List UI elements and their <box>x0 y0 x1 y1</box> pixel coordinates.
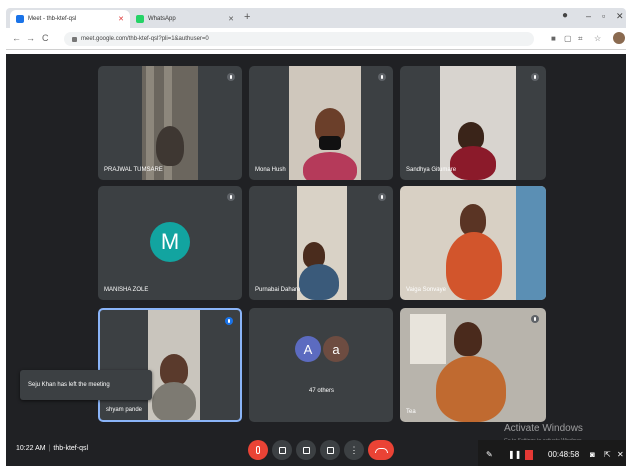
participant-tile[interactable]: Mona Hush <box>249 66 393 180</box>
participant-name: Vaiga Sonvaye <box>406 287 446 293</box>
meeting-time: 10:22 AM <box>16 445 46 452</box>
present-button[interactable] <box>320 440 340 460</box>
tab-whatsapp[interactable]: WhatsApp ✕ <box>130 10 240 28</box>
curtain <box>516 186 546 300</box>
participant-tile[interactable]: Tea <box>400 308 546 422</box>
participant-tile[interactable]: M MANISHA ZOLE <box>98 186 242 300</box>
participant-name: Mona Hush <box>255 167 286 173</box>
camera-icon[interactable]: ◙ <box>590 450 595 459</box>
browser-tab-bar: Meet - thb-ktef-qsl ✕ WhatsApp ✕ + – ▫ ✕… <box>6 8 626 28</box>
participant-tile[interactable]: PRAJWAL TUMSARE <box>98 66 242 180</box>
whatsapp-favicon-icon <box>136 15 144 23</box>
end-call-button[interactable] <box>368 440 394 460</box>
close-icon[interactable]: ✕ <box>118 15 124 23</box>
wall-board <box>410 314 446 364</box>
speaking-icon <box>225 317 233 325</box>
meeting-info: 10:22 AM | thb-ktef-qsl <box>16 445 89 452</box>
record-dot-icon: ● <box>562 10 569 21</box>
participant-name: Purnabai Dahare <box>255 287 301 293</box>
camera-indicator-icon[interactable]: ■ <box>551 34 556 43</box>
mic-muted-icon <box>227 193 235 201</box>
participant-body <box>446 232 502 300</box>
translate-icon[interactable]: ⌗ <box>578 34 583 44</box>
window-close-button[interactable]: ✕ <box>616 11 624 22</box>
participant-name: shyam pande <box>106 407 143 413</box>
screen: Meet - thb-ktef-qsl ✕ WhatsApp ✕ + – ▫ ✕… <box>0 0 631 466</box>
participant-body <box>299 264 339 300</box>
participant-body <box>152 382 196 420</box>
participant-name: PRAJWAL TUMSARE <box>104 167 163 173</box>
mic-off-icon <box>256 446 260 454</box>
tab-label: Meet - thb-ktef-qsl <box>28 16 77 22</box>
tab-meet[interactable]: Meet - thb-ktef-qsl ✕ <box>10 10 130 28</box>
back-button[interactable]: ← <box>12 33 21 43</box>
forward-button[interactable]: → <box>26 33 35 43</box>
captions-button[interactable] <box>296 440 316 460</box>
more-options-button[interactable]: ⋮ <box>344 440 364 460</box>
participant-body <box>436 356 506 422</box>
participant-name: Tea <box>406 409 416 415</box>
participant-name: 47 others <box>309 388 335 394</box>
activate-windows-title: Activate Windows <box>504 423 583 434</box>
meet-favicon-icon <box>16 15 24 23</box>
participant-tile[interactable]: Purnabai Dahare <box>249 186 393 300</box>
mic-toggle-button[interactable] <box>248 440 268 460</box>
pause-icon[interactable]: ❚❚ <box>508 450 521 459</box>
close-icon[interactable]: ✕ <box>617 450 624 459</box>
mic-muted-icon <box>531 315 539 323</box>
avatar[interactable] <box>613 32 625 44</box>
participant-body <box>303 152 357 180</box>
mic-muted-icon <box>531 73 539 81</box>
meeting-code: thb-ktef-qsl <box>53 445 89 452</box>
window-bars <box>146 66 154 180</box>
participant-tile-active[interactable]: shyam pande <box>98 308 242 422</box>
reload-button[interactable]: C <box>42 33 49 43</box>
mic-muted-icon <box>378 193 386 201</box>
export-icon[interactable]: ⇱ <box>604 450 611 459</box>
recording-timer: 00:48:58 <box>548 450 580 459</box>
mic-muted-icon <box>227 73 235 81</box>
participant-tile-others[interactable]: A a 47 others <box>249 308 393 422</box>
avatar: A <box>295 336 321 362</box>
camera-toggle-button[interactable] <box>272 440 292 460</box>
participant-body <box>450 146 496 180</box>
avatar: M <box>150 222 190 262</box>
stop-icon[interactable] <box>525 450 533 460</box>
participant-tile[interactable]: Vaiga Sonvaye <box>400 186 546 300</box>
participant-name: Sandhya Gitumare <box>406 167 457 173</box>
captions-icon <box>302 446 310 454</box>
url-text: meet.google.com/thb-ktef-qsl?pli=1&authu… <box>81 36 209 42</box>
close-icon[interactable]: ✕ <box>228 15 234 23</box>
avatar: a <box>323 336 349 362</box>
pen-icon[interactable]: ✎ <box>486 450 493 459</box>
participant-name: MANISHA ZOLE <box>104 287 149 293</box>
participant-silhouette <box>156 126 184 166</box>
cast-icon[interactable]: ▢ <box>564 34 572 43</box>
minimize-button[interactable]: – <box>586 11 591 21</box>
meet-stage: PRAJWAL TUMSARE Mona Hush Sandhya Gituma… <box>6 54 626 466</box>
address-bar-row: ← → C meet.google.com/thb-ktef-qsl?pli=1… <box>6 28 626 50</box>
maximize-button[interactable]: ▫ <box>602 11 605 21</box>
present-icon <box>326 446 334 454</box>
url-input[interactable]: meet.google.com/thb-ktef-qsl?pli=1&authu… <box>64 32 534 46</box>
lock-icon <box>72 36 77 42</box>
mic-muted-icon <box>378 73 386 81</box>
bookmark-star-icon[interactable]: ☆ <box>594 34 601 43</box>
camera-icon <box>278 446 286 454</box>
new-tab-button[interactable]: + <box>244 11 250 23</box>
leave-notification-toast: Seju Khan has left the meeting <box>20 370 152 400</box>
more-vert-icon: ⋮ <box>349 444 359 455</box>
participant-tile[interactable]: Sandhya Gitumare <box>400 66 546 180</box>
participant-face <box>454 322 482 356</box>
face-mask <box>319 136 341 150</box>
tab-label: WhatsApp <box>148 16 176 22</box>
